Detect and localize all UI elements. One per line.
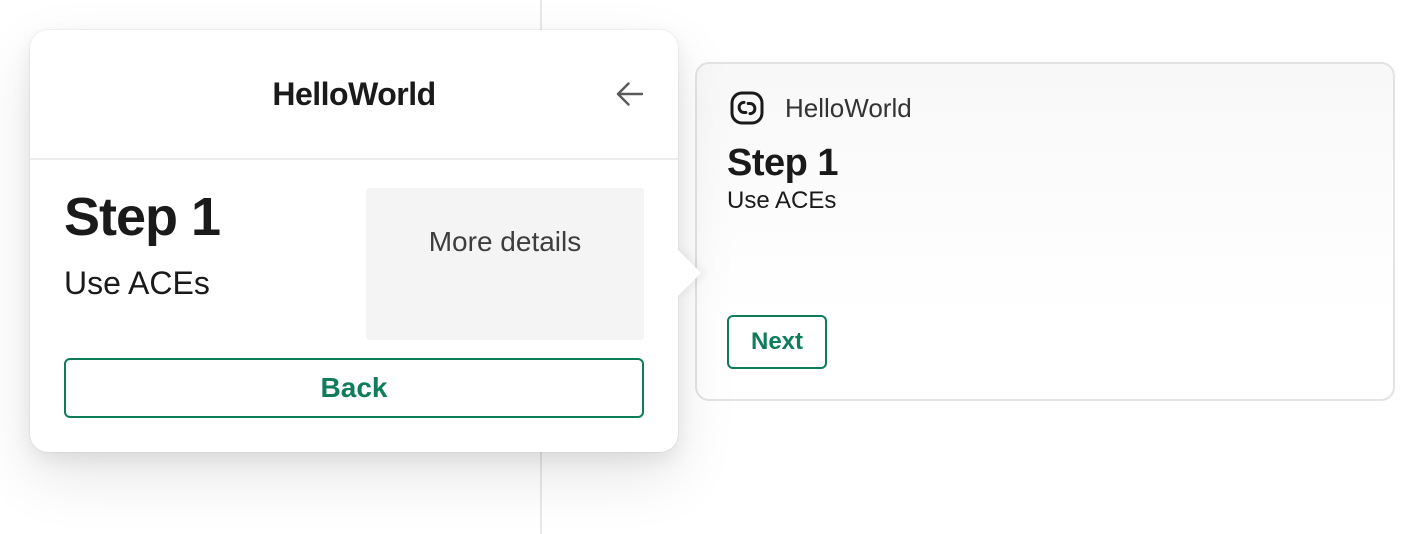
card-step-subtitle: Use ACEs <box>727 187 1363 215</box>
card-header: HelloWorld <box>727 88 1363 128</box>
popover-body: Step 1 Use ACEs More details Back <box>30 160 678 452</box>
step-heading: Step 1 <box>64 188 346 247</box>
card-step-heading: Step 1 <box>727 142 1363 185</box>
link-icon <box>727 88 767 128</box>
back-button[interactable]: Back <box>64 358 644 418</box>
step-popover: HelloWorld Step 1 Use ACEs More details … <box>30 30 678 452</box>
arrow-left-icon[interactable] <box>610 74 650 114</box>
step-row: Step 1 Use ACEs More details <box>64 188 644 340</box>
step-subtitle: Use ACEs <box>64 265 346 302</box>
popover-title: HelloWorld <box>30 76 678 113</box>
more-details-button[interactable]: More details <box>366 188 644 340</box>
step-card: HelloWorld Step 1 Use ACEs Next <box>695 62 1395 401</box>
next-button[interactable]: Next <box>727 315 827 369</box>
step-text-block: Step 1 Use ACEs <box>64 188 346 302</box>
card-title: HelloWorld <box>785 93 912 124</box>
popover-header: HelloWorld <box>30 30 678 160</box>
